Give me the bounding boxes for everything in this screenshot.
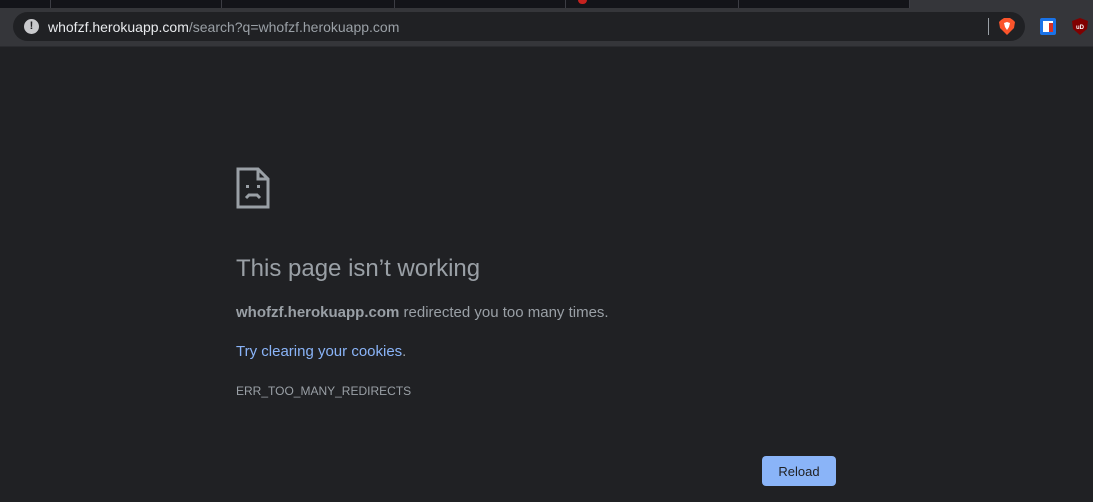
sad-page-icon (236, 167, 270, 209)
privacy-badger-icon[interactable] (1039, 17, 1057, 36)
info-icon[interactable]: ! (24, 19, 39, 34)
url-host: whofzf.herokuapp.com (48, 19, 189, 35)
tab[interactable] (51, 0, 222, 8)
address-bar-divider (988, 18, 989, 35)
tab-favicon-icon (578, 0, 587, 4)
tab[interactable] (566, 0, 739, 8)
tab-strip (0, 0, 1093, 8)
error-page: This page isn’t working whofzf.herokuapp… (0, 47, 1093, 502)
brave-shields-icon[interactable] (998, 17, 1016, 36)
error-detail-text: redirected you too many times. (399, 304, 609, 321)
browser-toolbar: ! whofzf.herokuapp.com/search?q=whofzf.h… (0, 8, 1093, 47)
url-text[interactable]: whofzf.herokuapp.com/search?q=whofzf.her… (48, 19, 399, 35)
error-detail: whofzf.herokuapp.com redirected you too … (236, 304, 609, 321)
ublock-origin-label: uD (1076, 25, 1085, 31)
error-domain: whofzf.herokuapp.com (236, 304, 400, 321)
ublock-origin-icon[interactable]: uD (1071, 17, 1089, 36)
suggestion-suffix: . (402, 343, 407, 360)
tab[interactable] (395, 0, 566, 8)
tab-active[interactable] (910, 0, 1093, 8)
tab[interactable] (0, 0, 51, 8)
tab[interactable] (739, 0, 910, 8)
error-code: ERR_TOO_MANY_REDIRECTS (236, 384, 412, 398)
clear-cookies-link[interactable]: Try clearing your cookies (236, 343, 402, 360)
reload-button[interactable]: Reload (762, 456, 836, 486)
page-title: This page isn’t working (236, 255, 481, 282)
url-path: /search?q=whofzf.herokuapp.com (188, 19, 400, 35)
tab[interactable] (222, 0, 395, 8)
address-bar[interactable]: ! whofzf.herokuapp.com/search?q=whofzf.h… (13, 12, 1025, 41)
suggestion: Try clearing your cookies. (236, 343, 406, 360)
